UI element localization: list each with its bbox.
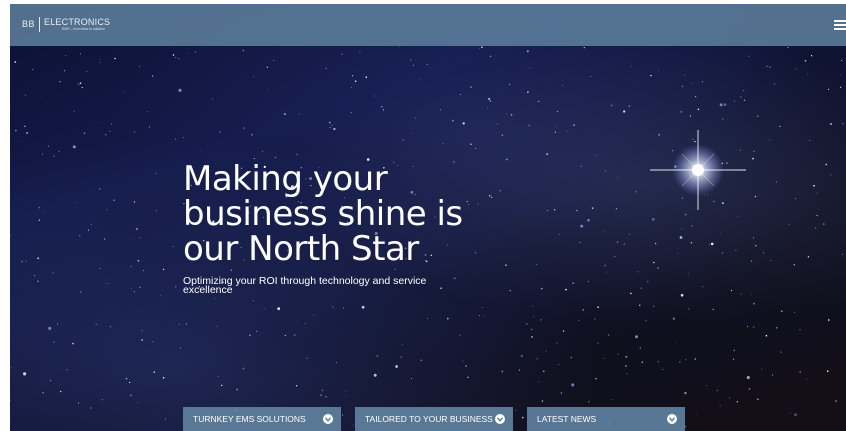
- logo-divider: [39, 17, 41, 32]
- button-label: TURNKEY EMS SOLUTIONS: [193, 414, 306, 424]
- chevron-down-icon: [667, 414, 677, 424]
- chevron-down-icon: [323, 414, 333, 424]
- logo-mark: BB: [22, 19, 36, 29]
- logo-wordmark: ELECTRONICS EMS – from idea to solution: [44, 17, 110, 32]
- logo-name: ELECTRONICS: [44, 17, 111, 27]
- hamburger-menu-icon[interactable]: [834, 20, 846, 31]
- hero-headline: Making your business shine is our North …: [183, 159, 463, 269]
- bb-electronics-logo[interactable]: BB ELECTRONICS EMS – from idea to soluti…: [22, 17, 110, 35]
- hero-subtitle: Optimizing your ROI through technology a…: [183, 275, 427, 296]
- button-label: TAILORED TO YOUR BUSINESS: [365, 414, 493, 424]
- hero-section: BB ELECTRONICS EMS – from idea to soluti…: [10, 4, 846, 431]
- logo-tagline: EMS – from idea to solution: [62, 27, 106, 31]
- latest-news-button[interactable]: LATEST NEWS: [527, 407, 685, 431]
- tailored-to-your-business-button[interactable]: TAILORED TO YOUR BUSINESS: [355, 407, 513, 431]
- turnkey-ems-solutions-button[interactable]: TURNKEY EMS SOLUTIONS: [183, 407, 341, 431]
- button-label: LATEST NEWS: [537, 414, 597, 424]
- north-star: [650, 130, 746, 210]
- chevron-down-icon: [495, 414, 505, 424]
- top-navbar: BB ELECTRONICS EMS – from idea to soluti…: [10, 4, 846, 46]
